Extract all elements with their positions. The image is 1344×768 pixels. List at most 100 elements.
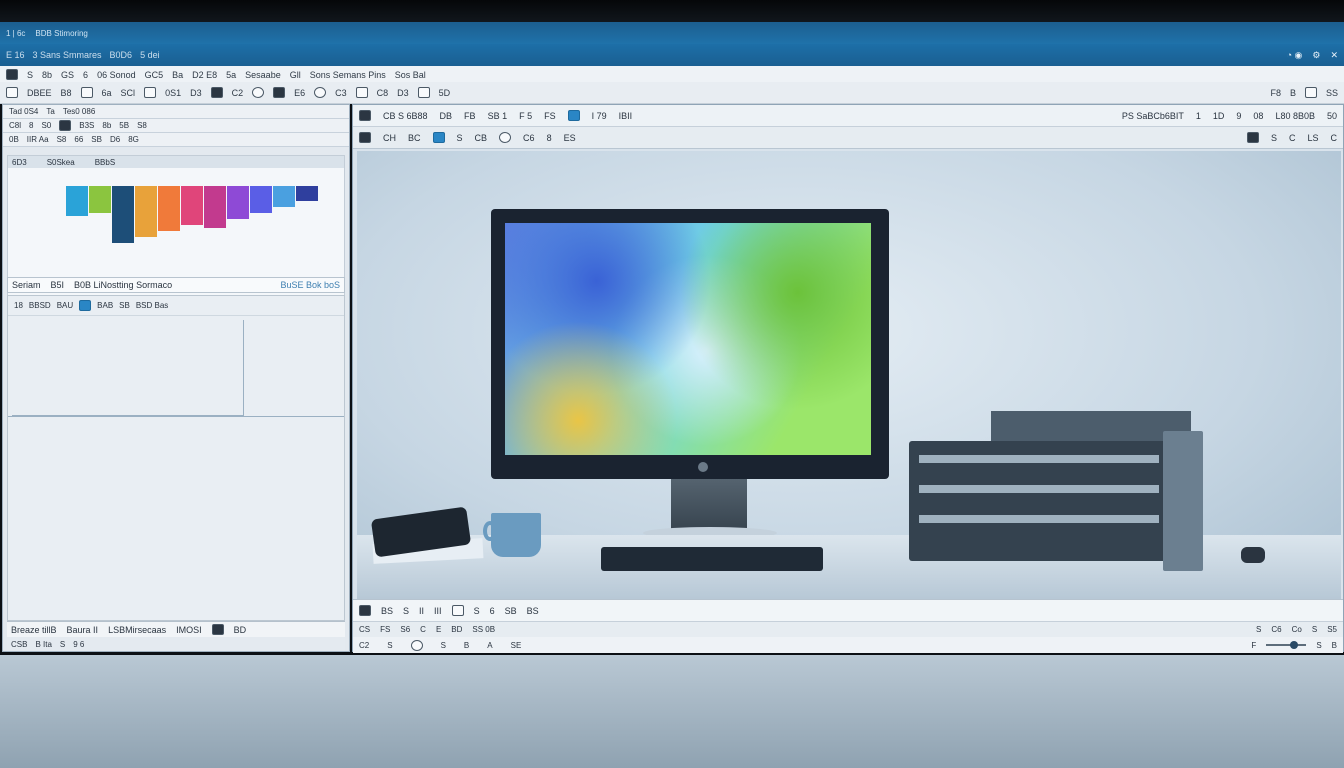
rotate-icon[interactable]: [499, 132, 512, 143]
rt-item[interactable]: FS: [544, 111, 556, 121]
toolbar-item[interactable]: D3: [397, 88, 409, 98]
rt-item[interactable]: ES: [564, 133, 576, 143]
rt-item[interactable]: S: [1271, 133, 1277, 143]
rt-item[interactable]: I 79: [592, 111, 607, 121]
rb-item[interactable]: C2: [359, 641, 369, 650]
rb-item[interactable]: BS: [527, 606, 539, 616]
toolbar-item[interactable]: DBEE: [27, 88, 52, 98]
rt-item[interactable]: 8: [547, 133, 552, 143]
layers-icon[interactable]: [210, 87, 223, 98]
rb-item[interactable]: S: [1256, 625, 1261, 634]
toolbar-item[interactable]: Sesaabe: [245, 70, 281, 80]
rb-item[interactable]: SE: [511, 641, 522, 650]
layers-icon[interactable]: [359, 605, 371, 616]
camera-icon[interactable]: [1246, 132, 1259, 143]
left-sub-item[interactable]: 8G: [128, 135, 139, 144]
rt-item[interactable]: 50: [1327, 111, 1337, 121]
footer-item[interactable]: IMOSI: [176, 625, 202, 635]
rb-item[interactable]: 6: [490, 606, 495, 616]
footer-item[interactable]: B Ita: [35, 640, 51, 649]
rb-item[interactable]: E: [436, 625, 441, 634]
toolbar-item[interactable]: 5D: [439, 88, 451, 98]
rb-item[interactable]: BD: [451, 625, 462, 634]
left-sub-item[interactable]: 0B: [9, 135, 19, 144]
toolbar-item[interactable]: 0S1: [165, 88, 181, 98]
rb-item[interactable]: F: [1251, 641, 1256, 650]
rt-item[interactable]: 1: [1196, 111, 1201, 121]
copy-icon[interactable]: [1304, 87, 1317, 98]
toolbar-item[interactable]: 6a: [102, 88, 112, 98]
zoom-slider-knob[interactable]: [1290, 641, 1299, 649]
left-sub-item[interactable]: 66: [74, 135, 83, 144]
frame-icon[interactable]: [451, 605, 464, 616]
rb-item[interactable]: Co: [1292, 625, 1302, 634]
left-sub-item[interactable]: Tes0 086: [63, 107, 95, 116]
rb-item[interactable]: C6: [1271, 625, 1281, 634]
toolbar-item[interactable]: 06 Sonod: [97, 70, 136, 80]
footer-item[interactable]: S: [60, 640, 65, 649]
rt-item[interactable]: S: [457, 133, 463, 143]
left-sub-item[interactable]: 5B: [119, 121, 129, 130]
toolbar-item[interactable]: Sons Semans Pins: [310, 70, 386, 80]
rb-item[interactable]: FS: [380, 625, 390, 634]
rb-item[interactable]: S: [403, 606, 409, 616]
footer-item[interactable]: Breaze tillB: [11, 625, 57, 635]
grid-icon[interactable]: [211, 624, 224, 635]
rb-item[interactable]: S: [1316, 641, 1321, 650]
rt-item[interactable]: CB S 6B88: [383, 111, 428, 121]
left-sub-item[interactable]: S0: [41, 121, 51, 130]
crop-icon[interactable]: [355, 87, 368, 98]
rb-item[interactable]: S: [441, 641, 446, 650]
footer-item[interactable]: CSB: [11, 640, 27, 649]
left-sub-item[interactable]: D6: [110, 135, 120, 144]
toolbar-item[interactable]: C3: [335, 88, 347, 98]
rt-item[interactable]: L80 8B0B: [1275, 111, 1315, 121]
toolbar-item[interactable]: B: [1290, 88, 1296, 98]
rt-item[interactable]: SB 1: [488, 111, 508, 121]
rt-item[interactable]: LS: [1307, 133, 1318, 143]
rb-item[interactable]: S: [474, 606, 480, 616]
rt-item[interactable]: IBII: [619, 111, 633, 121]
rb-item[interactable]: SB: [505, 606, 517, 616]
rt-item[interactable]: C: [1331, 133, 1338, 143]
rt-item[interactable]: CB: [475, 133, 488, 143]
rt-item[interactable]: CH: [383, 133, 396, 143]
rb-item[interactable]: S6: [400, 625, 410, 634]
toolbar-item[interactable]: 8b: [42, 70, 52, 80]
toolbar-item[interactable]: E6: [294, 88, 305, 98]
toolbar-item[interactable]: D3: [190, 88, 202, 98]
rb-item[interactable]: C: [420, 625, 426, 634]
rb-item[interactable]: BS: [381, 606, 393, 616]
layer-icon[interactable]: [59, 120, 72, 131]
toolbar-item[interactable]: C8: [377, 88, 389, 98]
left-sub-item[interactable]: S8: [137, 121, 147, 130]
rb-item[interactable]: S5: [1327, 625, 1337, 634]
left-sub-item[interactable]: S8: [57, 135, 67, 144]
rt-item[interactable]: F 5: [519, 111, 532, 121]
toolbar-item[interactable]: Sos Bal: [395, 70, 426, 80]
toolbar-item[interactable]: S: [27, 70, 33, 80]
toolbar-item[interactable]: Ba: [172, 70, 183, 80]
rt-item[interactable]: 1D: [1213, 111, 1225, 121]
image-canvas[interactable]: [357, 151, 1341, 599]
rb-item[interactable]: II: [419, 606, 424, 616]
toolbar-item[interactable]: 5a: [226, 70, 236, 80]
image-icon[interactable]: [273, 87, 286, 98]
edit-icon[interactable]: [144, 87, 157, 98]
toolbar-item[interactable]: F8: [1270, 88, 1281, 98]
rt-item[interactable]: FB: [464, 111, 476, 121]
toolbar-item[interactable]: SS: [1326, 88, 1338, 98]
footer-item[interactable]: BD: [234, 625, 247, 635]
text-tool-icon[interactable]: A: [487, 641, 492, 650]
app-icon[interactable]: [6, 69, 18, 80]
toolbar-item[interactable]: B8: [61, 88, 72, 98]
rt-item[interactable]: DB: [440, 111, 453, 121]
footer-item[interactable]: LSBMirsecaas: [108, 625, 166, 635]
rt-item[interactable]: 08: [1253, 111, 1263, 121]
toolbar-item[interactable]: GC5: [145, 70, 164, 80]
left-sub-item[interactable]: C8l: [9, 121, 21, 130]
camera-icon[interactable]: [252, 87, 265, 98]
target-icon[interactable]: [314, 87, 327, 98]
rt-item[interactable]: C: [1289, 133, 1296, 143]
footer-item[interactable]: Baura II: [67, 625, 99, 635]
